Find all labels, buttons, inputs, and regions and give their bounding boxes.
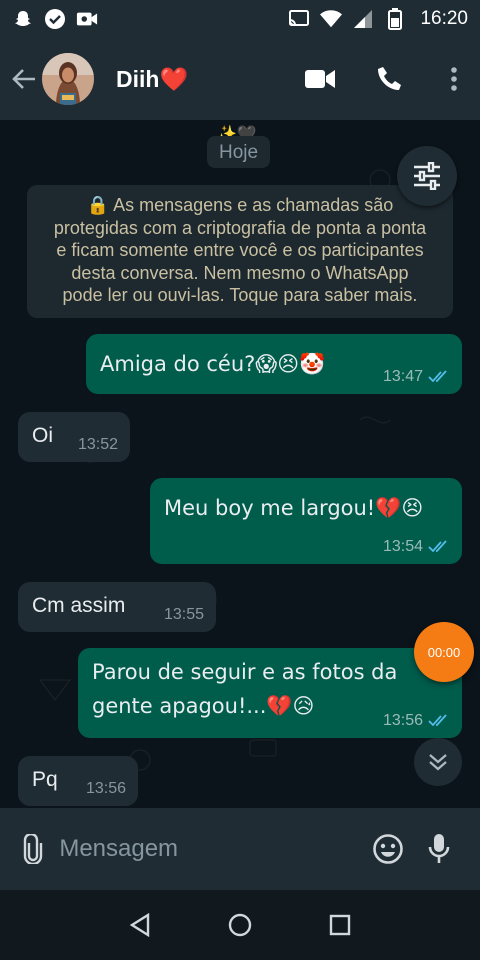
double-chevron-down-icon: [429, 754, 447, 771]
cast-icon: [288, 8, 310, 30]
message-time: 13:52: [77, 436, 118, 453]
snapchat-icon: [12, 8, 34, 30]
video-call-icon[interactable]: [296, 49, 344, 109]
message-time: 13:56: [85, 780, 126, 797]
message-meta: 13:56: [383, 712, 450, 730]
contact-name[interactable]: Diih❤️: [116, 66, 296, 93]
date-chip: Hoje: [207, 136, 271, 168]
chat-header: Diih❤️: [0, 38, 480, 120]
signal-icon: [352, 8, 374, 30]
message-text: Cm assim: [32, 594, 126, 617]
message-bubble-incoming[interactable]: Oi 13:52: [18, 412, 130, 462]
message-input[interactable]: [59, 824, 370, 874]
encryption-line: e ficam somente entre você e os particip…: [56, 240, 424, 260]
filter-icon[interactable]: [397, 146, 457, 206]
message-text: Meu boy me largou!💔😣: [164, 496, 424, 520]
encryption-line: pode ler ou ouvi-las. Toque para saber m…: [62, 285, 418, 305]
read-ticks-icon: [428, 714, 447, 727]
message-bubble-incoming[interactable]: Pq 13:56: [18, 756, 138, 806]
attach-icon[interactable]: [14, 829, 51, 869]
message-time: 13:55: [163, 606, 204, 623]
read-ticks-icon: [428, 540, 447, 553]
message-meta: 13:47: [383, 368, 450, 386]
date-label: Hoje: [219, 141, 259, 163]
message-text: Parou de seguir e as fotos da: [92, 660, 398, 684]
message-time: 13:47: [382, 368, 423, 385]
message-bubble-outgoing[interactable]: Meu boy me largou!💔😣 13:54: [150, 478, 462, 564]
message-bubble-incoming[interactable]: Cm assim 13:55: [18, 582, 216, 632]
message-text: gente apagou!...💔😥: [92, 694, 315, 718]
encryption-line: 🔒 As mensagens e as chamadas são: [86, 195, 394, 215]
message-composer: [0, 808, 480, 890]
wifi-icon: [320, 8, 343, 30]
phone-icon[interactable]: [366, 49, 414, 109]
microphone-icon[interactable]: [421, 829, 458, 869]
encryption-notice[interactable]: 🔒 As mensagens e as chamadas são protegi…: [27, 185, 453, 318]
system-nav-bar: [0, 890, 480, 960]
message-time: 13:56: [382, 712, 423, 729]
clock: 16:20: [420, 8, 468, 29]
message-bubble-outgoing[interactable]: Amiga do céu?😱😣🤡 13:47: [86, 334, 462, 394]
back-arrow-icon[interactable]: [4, 49, 44, 109]
nav-back-icon[interactable]: [120, 905, 160, 945]
nav-recents-icon[interactable]: [320, 905, 360, 945]
scroll-down-button[interactable]: [414, 738, 462, 786]
message-text: Pq: [32, 768, 58, 791]
message-text: Amiga do céu?😱😣🤡: [100, 352, 326, 376]
message-text: Oi: [32, 424, 53, 447]
message-bubble-outgoing[interactable]: Parou de seguir e as fotos da gente apag…: [78, 648, 462, 738]
nav-home-icon[interactable]: [220, 905, 260, 945]
emoji-icon[interactable]: [369, 829, 406, 869]
message-meta: 13:54: [383, 538, 450, 556]
check-circle-icon: [44, 8, 66, 30]
avatar[interactable]: [42, 53, 94, 105]
more-vertical-icon[interactable]: [436, 49, 472, 109]
encryption-line: desta conversa. Nem mesmo o WhatsApp: [71, 262, 409, 283]
encryption-line: protegidas com a criptografia de ponta a…: [53, 217, 427, 238]
message-time: 13:54: [382, 538, 423, 555]
recording-timer-badge[interactable]: 00:00: [414, 622, 474, 682]
read-ticks-icon: [428, 370, 447, 383]
status-bar: 16:20: [0, 0, 480, 38]
video-camera-icon: [76, 8, 98, 30]
battery-icon: [384, 8, 406, 30]
